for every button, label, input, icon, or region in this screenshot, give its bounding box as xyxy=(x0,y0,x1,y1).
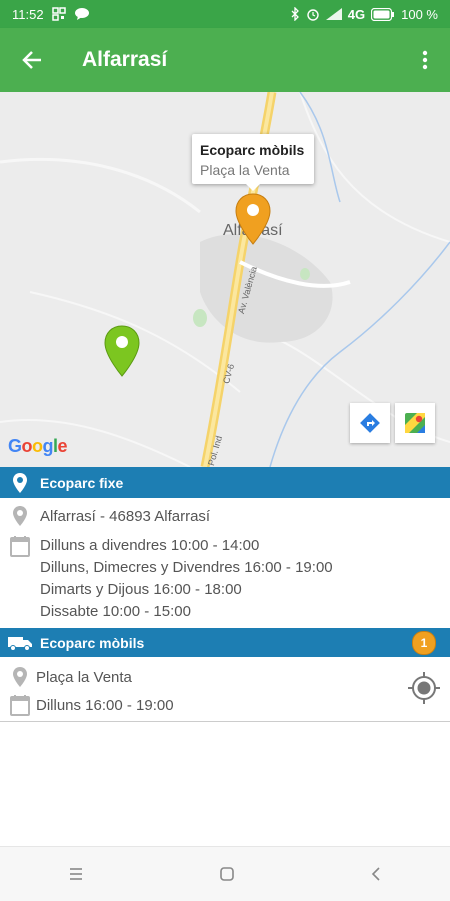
section-title-mobils: Ecoparc mòbils xyxy=(40,634,145,651)
list-divider xyxy=(0,721,450,722)
menu-icon[interactable] xyxy=(68,867,84,881)
system-nav-bar xyxy=(0,846,450,901)
open-maps-button[interactable] xyxy=(395,403,435,443)
status-time: 11:52 xyxy=(12,6,44,22)
location-pin-icon xyxy=(13,506,27,526)
info-window-title: Ecoparc mòbils xyxy=(200,142,305,158)
page-title: Alfarrasí xyxy=(82,48,168,71)
section-title-fixe: Ecoparc fixe xyxy=(40,474,124,491)
back-nav-icon[interactable] xyxy=(370,866,382,882)
fixe-address: Alfarrasí - 46893 Alfarrasí xyxy=(40,508,211,525)
status-bar: 11:52 4G 100 % xyxy=(0,0,450,28)
location-pin-icon xyxy=(13,667,27,687)
back-button[interactable] xyxy=(0,28,64,92)
mobils-count-badge: 1 xyxy=(412,630,436,655)
home-icon[interactable] xyxy=(219,866,235,882)
app-toolbar: Alfarrasí xyxy=(0,28,450,92)
mobil-location: Plaça la Venta xyxy=(36,669,132,686)
ecoparc-mobil-marker[interactable] xyxy=(234,192,272,246)
bluetooth-icon xyxy=(291,7,299,21)
google-logo: Google xyxy=(8,436,68,456)
chat-notification-icon xyxy=(74,8,89,20)
google-maps-icon xyxy=(405,413,425,433)
location-pin-icon xyxy=(13,472,27,493)
fixe-hours-row: Dilluns a divendres 10:00 - 14:00 Dillun… xyxy=(0,535,450,623)
marker-info-window[interactable]: Ecoparc mòbils Plaça la Venta xyxy=(192,134,314,191)
more-vert-icon xyxy=(422,50,428,70)
mobil-schedule: Dilluns 16:00 - 19:00 xyxy=(36,697,174,714)
back-arrow-icon xyxy=(22,51,41,69)
ecoparc-fixe-marker[interactable] xyxy=(103,324,141,378)
calendar-icon xyxy=(10,695,30,716)
signal-icon xyxy=(325,8,342,20)
hours-line: Dissabte 10:00 - 15:00 xyxy=(40,603,191,620)
network-type: 4G xyxy=(347,6,366,22)
fixe-address-row: Alfarrasí - 46893 Alfarrasí xyxy=(0,505,450,527)
directions-button[interactable] xyxy=(350,403,390,443)
alarm-icon xyxy=(307,9,319,21)
fixe-hours-list: Dilluns a divendres 10:00 - 14:00 Dillun… xyxy=(40,535,333,623)
mobil-location-row[interactable]: Plaça la Venta xyxy=(0,666,450,688)
battery-level: 100 % xyxy=(401,6,438,22)
truck-icon xyxy=(8,636,32,651)
qr-notification-icon xyxy=(51,7,66,21)
hours-line: Dilluns, Dimecres y Divendres 16:00 - 19… xyxy=(40,559,333,576)
section-header-mobils: Ecoparc mòbils 1 xyxy=(0,628,450,657)
locate-on-map-icon[interactable] xyxy=(407,671,441,705)
calendar-icon xyxy=(10,536,30,557)
mobil-schedule-row: Dilluns 16:00 - 19:00 xyxy=(0,694,450,716)
battery-icon xyxy=(371,7,395,21)
overflow-menu-button[interactable] xyxy=(400,28,450,92)
hours-line: Dimarts y Dijous 16:00 - 18:00 xyxy=(40,581,242,598)
directions-icon xyxy=(360,413,380,433)
info-window-subtitle: Plaça la Venta xyxy=(200,162,290,178)
hours-line: Dilluns a divendres 10:00 - 14:00 xyxy=(40,537,260,554)
section-header-fixe: Ecoparc fixe xyxy=(0,467,450,498)
